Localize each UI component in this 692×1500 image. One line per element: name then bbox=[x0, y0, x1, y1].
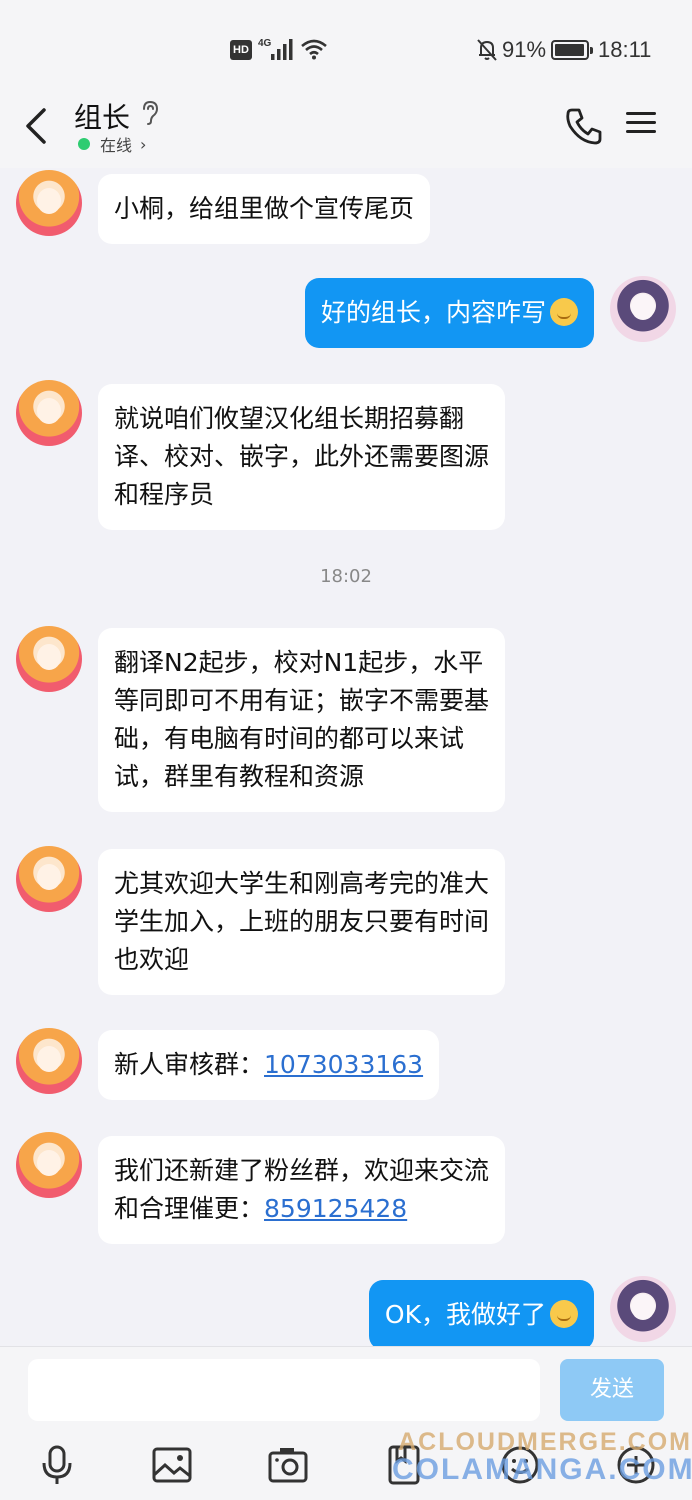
presence-label: 在线 bbox=[100, 136, 133, 155]
back-arrow-icon[interactable] bbox=[18, 104, 58, 148]
message-bubble-incoming[interactable]: 尤其欢迎大学生和刚高考完的准大 学生加入，上班的朋友只要有时间 也欢迎 bbox=[98, 849, 506, 995]
message-bubble-incoming[interactable]: 翻译N2起步，校对N1起步，水平 等同即可不用有证；嵌字不需要基 础，有电脑有时… bbox=[98, 628, 506, 812]
message-line: 学生加入，上班的朋友只要有时间 bbox=[114, 907, 490, 936]
message-line: 就说咱们攸望汉化组长期招募翻 bbox=[114, 404, 465, 433]
message-line: 试，群里有教程和资源 bbox=[114, 762, 365, 791]
chat-header: 组长 在线 › bbox=[0, 96, 692, 168]
contact-avatar[interactable] bbox=[16, 1132, 82, 1198]
battery-percent: 91% bbox=[502, 37, 547, 62]
message-text: 新人审核群： bbox=[114, 1050, 265, 1079]
signal-icon bbox=[271, 39, 293, 60]
message-line: 尤其欢迎大学生和刚高考完的准大 bbox=[114, 869, 490, 898]
message-line: 我们还新建了粉丝群，欢迎来交流 bbox=[114, 1156, 490, 1185]
battery-icon bbox=[551, 40, 593, 60]
message-line: 翻译N2起步，校对N1起步，水平 bbox=[114, 648, 484, 677]
message-line: 等同即可不用有证；嵌字不需要基 bbox=[114, 686, 490, 715]
contact-avatar[interactable] bbox=[16, 1028, 82, 1094]
group-number-link[interactable]: 1073033163 bbox=[264, 1050, 423, 1079]
message-input[interactable] bbox=[28, 1359, 540, 1421]
bell-muted-icon bbox=[477, 39, 497, 61]
contact-avatar[interactable] bbox=[16, 846, 82, 912]
camera-icon[interactable] bbox=[266, 1443, 310, 1487]
contact-avatar[interactable] bbox=[16, 626, 82, 692]
my-avatar[interactable] bbox=[610, 1276, 676, 1342]
wink-emoji-icon bbox=[550, 1300, 578, 1328]
my-avatar[interactable] bbox=[610, 276, 676, 342]
phone-icon[interactable] bbox=[562, 104, 606, 148]
online-dot-icon bbox=[78, 138, 90, 150]
message-bubble-incoming[interactable]: 小桐，给组里做个宣传尾页 bbox=[98, 174, 431, 244]
message-bubble-incoming[interactable]: 新人审核群：1073033163 bbox=[98, 1030, 440, 1100]
contact-name[interactable]: 组长 bbox=[74, 96, 130, 136]
message-bubble-outgoing[interactable]: OK，我做好了 bbox=[368, 1280, 594, 1346]
watermark: ACLOUDMERGE.COM COLAMANGA.COM bbox=[392, 1428, 692, 1487]
hd-icon: HD bbox=[230, 40, 252, 60]
send-button[interactable]: 发送 bbox=[560, 1359, 664, 1421]
message-bubble-incoming[interactable]: 就说咱们攸望汉化组长期招募翻 译、校对、嵌字，此外还需要图源 和程序员 bbox=[98, 384, 506, 530]
presence-status[interactable]: 在线 › bbox=[78, 134, 147, 155]
image-icon[interactable] bbox=[150, 1443, 194, 1487]
message-list[interactable]: 小桐，给组里做个宣传尾页 好的组长，内容咋写 就说咱们攸望汉化组长期招募翻 译、… bbox=[0, 168, 692, 1346]
message-text: OK，我做好了 bbox=[384, 1300, 546, 1329]
contact-avatar[interactable] bbox=[16, 170, 82, 236]
message-timestamp: 18:02 bbox=[320, 566, 372, 587]
status-bar: HD 4G 91% 18:11 bbox=[0, 0, 692, 96]
message-text: 小桐，给组里做个宣传尾页 bbox=[114, 194, 415, 223]
contact-avatar[interactable] bbox=[16, 380, 82, 446]
chevron-right-icon: › bbox=[140, 134, 147, 154]
message-bubble-outgoing[interactable]: 好的组长，内容咋写 bbox=[304, 278, 594, 348]
wifi-icon bbox=[301, 39, 327, 60]
message-text: 好的组长，内容咋写 bbox=[320, 298, 546, 327]
message-text: 和合理催更： bbox=[114, 1194, 265, 1223]
message-bubble-incoming[interactable]: 我们还新建了粉丝群，欢迎来交流 和合理催更：859125428 bbox=[98, 1136, 506, 1244]
message-line: 和程序员 bbox=[114, 480, 215, 509]
message-line: 译、校对、嵌字，此外还需要图源 bbox=[114, 442, 490, 471]
message-line: 也欢迎 bbox=[114, 945, 190, 974]
menu-icon[interactable] bbox=[626, 106, 662, 146]
smile-emoji-icon bbox=[550, 298, 578, 326]
status-time: 18:11 bbox=[598, 37, 652, 62]
group-number-link[interactable]: 859125428 bbox=[264, 1194, 407, 1223]
message-line: 础，有电脑有时间的都可以来试 bbox=[114, 724, 465, 753]
ear-icon[interactable] bbox=[140, 100, 160, 126]
watermark-line-2: COLAMANGA.COM bbox=[392, 1453, 692, 1486]
mic-icon[interactable] bbox=[35, 1443, 79, 1487]
